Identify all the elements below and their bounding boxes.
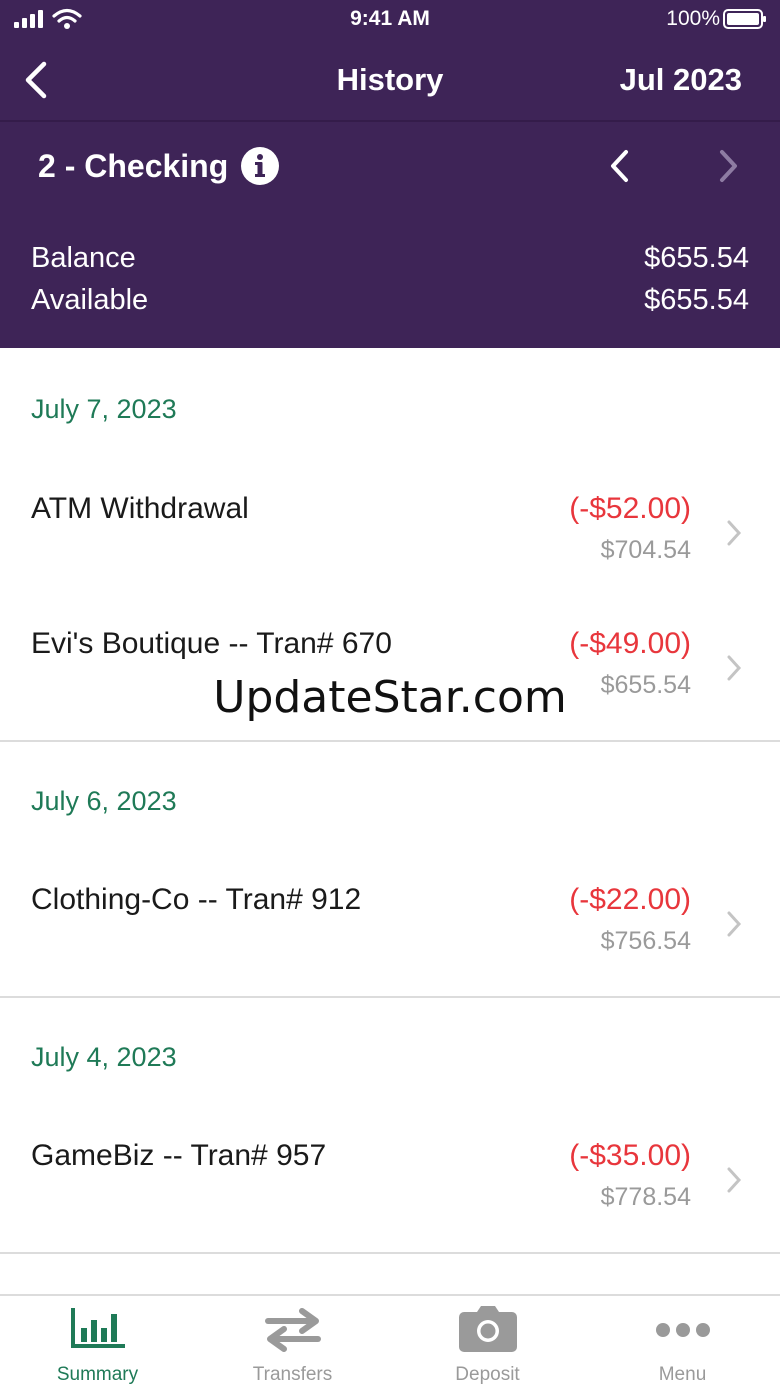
previous-month-chevron-icon[interactable] <box>604 146 636 186</box>
tab-label: Menu <box>658 1364 707 1385</box>
section-divider <box>0 996 780 998</box>
tab-summary[interactable]: Summary <box>0 1296 195 1387</box>
balance-label: Balance <box>31 242 136 274</box>
more-dots-icon <box>656 1323 710 1337</box>
date-header: July 4, 2023 <box>31 1042 177 1072</box>
nav-bar: History Jul 2023 <box>0 40 780 120</box>
date-header: July 7, 2023 <box>31 394 177 424</box>
transaction-amount: (-$52.00) <box>569 492 691 525</box>
month-selector[interactable]: Jul 2023 <box>620 62 742 98</box>
transaction-running-balance: $778.54 <box>600 1183 691 1211</box>
transaction-running-balance: $756.54 <box>600 927 691 955</box>
balance-value: $655.54 <box>644 242 749 274</box>
tab-label: Summary <box>56 1364 139 1385</box>
transaction-row[interactable]: Clothing-Co -- Tran# 912 (-$22.00) $756.… <box>0 883 780 1003</box>
tab-deposit[interactable]: Deposit <box>390 1296 585 1387</box>
header-divider <box>0 120 780 122</box>
camera-icon <box>459 1306 517 1352</box>
tab-label: Deposit <box>455 1364 520 1385</box>
section-divider <box>0 1252 780 1254</box>
date-header: July 6, 2023 <box>31 786 177 816</box>
transaction-description: ATM Withdrawal <box>31 492 249 525</box>
available-label: Available <box>31 284 149 316</box>
tab-label: Transfers <box>252 1364 333 1385</box>
status-time: 9:41 AM <box>350 7 430 30</box>
chevron-right-icon <box>727 911 742 937</box>
transaction-running-balance: $704.54 <box>600 536 691 564</box>
battery-icon <box>723 9 766 29</box>
status-bar: 9:41 AM 100% <box>0 0 780 40</box>
chevron-right-icon <box>727 1167 742 1193</box>
account-header: 9:41 AM 100% History Jul 2023 2 - Checki… <box>0 0 780 348</box>
transaction-description: Clothing-Co -- Tran# 912 <box>31 883 362 916</box>
tab-bar: Summary Transfers Deposit Menu <box>0 1294 780 1387</box>
section-divider <box>0 740 780 742</box>
transaction-row[interactable]: ATM Withdrawal (-$52.00) $704.54 <box>0 492 780 612</box>
tab-transfers[interactable]: Transfers <box>195 1296 390 1387</box>
transfer-arrows-icon <box>265 1308 321 1352</box>
chevron-right-icon <box>727 520 742 546</box>
transaction-amount: (-$22.00) <box>569 883 691 916</box>
bar-chart-icon <box>71 1308 125 1348</box>
transaction-row[interactable]: GameBiz -- Tran# 957 (-$35.00) $778.54 <box>0 1139 780 1259</box>
watermark: UpdateStar.com <box>213 672 567 723</box>
available-value: $655.54 <box>644 284 749 316</box>
transaction-amount: (-$49.00) <box>569 627 691 660</box>
transaction-description: GameBiz -- Tran# 957 <box>31 1139 327 1172</box>
account-name: 2 - Checking <box>38 148 229 184</box>
transaction-amount: (-$35.00) <box>569 1139 691 1172</box>
account-row: 2 - Checking <box>0 124 780 212</box>
transaction-description: Evi's Boutique -- Tran# 670 <box>31 627 392 660</box>
info-icon[interactable] <box>240 146 280 186</box>
battery-percentage: 100% <box>666 7 720 30</box>
tab-menu[interactable]: Menu <box>585 1296 780 1387</box>
next-month-chevron-icon[interactable] <box>712 146 744 186</box>
